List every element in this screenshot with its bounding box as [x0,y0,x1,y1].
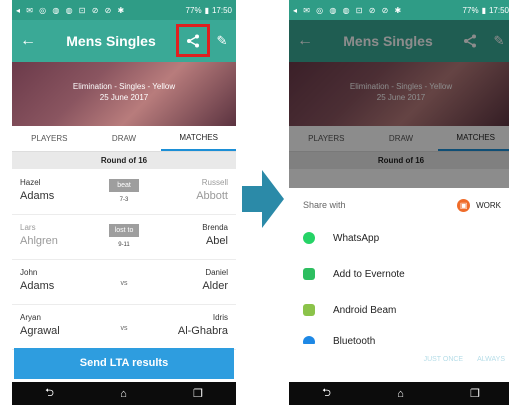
system-nav-bar: ⮌ ⌂ ❐ [12,382,236,405]
share-target-whatsapp[interactable]: WhatsApp [303,232,379,244]
phone-screen-right: ◂ ✉ ◎ ◍ ◍ ⊡ ⊘ ⊘ ✱ 77% ▮ 17:50 ← Mens Sin… [289,0,509,405]
tab-matches[interactable]: MATCHES [161,126,236,151]
android-beam-icon [303,304,315,316]
versus-label: vs [120,280,128,287]
share-target-label: Bluetooth [333,336,376,344]
status-bar: ◂ ✉ ◎ ◍ ◍ ⊡ ⊘ ⊘ ✱ 77% ▮ 17:50 [289,0,509,20]
always-button[interactable]: ALWAYS [477,356,505,363]
result-badge: beat [109,179,139,192]
event-type: Elimination - Singles - Yellow [72,82,176,91]
recents-nav-icon[interactable]: ❐ [470,387,480,400]
battery-icon: ▮ [204,5,209,15]
battery-level: 77% [185,5,202,15]
match-row[interactable]: John Adams vs Daniel Alder [12,260,236,305]
tab-draw[interactable]: DRAW [87,126,162,151]
just-once-button[interactable]: JUST ONCE [424,356,464,363]
player2-last: Al-Ghabra [177,325,228,337]
player1-first: Hazel [20,178,41,187]
transition-arrow-icon [242,170,284,228]
bluetooth-icon [303,336,315,344]
battery-icon: ▮ [481,5,486,15]
event-date: 25 June 2017 [99,93,149,102]
edit-icon[interactable]: ✎ [208,33,236,49]
match-row[interactable]: Hazel Adams beat 7-3 Russell Abbott [12,170,236,215]
evernote-icon [303,268,315,280]
page-title: Mens Singles [66,33,156,49]
system-nav-bar: ⮌ ⌂ ❐ [289,382,509,405]
battery-level: 77% [462,5,479,15]
player2-last: Abel [205,235,228,247]
result-badge: lost to [109,224,139,237]
share-target-label: Android Beam [333,304,397,316]
share-target-bluetooth[interactable]: Bluetooth [303,336,375,344]
round-header: Round of 16 [12,152,236,169]
whatsapp-icon [303,232,315,244]
versus-label: vs [120,325,128,332]
match-row[interactable]: Aryan Agrawal vs Idris Al-Ghabra [12,305,236,350]
player1-first: Lars [20,223,36,232]
tab-players[interactable]: PLAYERS [12,126,87,151]
briefcase-icon: ▣ [457,199,471,212]
status-icons: ◂ ✉ ◎ ◍ ◍ ⊡ ⊘ ⊘ ✱ [16,5,127,15]
player1-last: Agrawal [20,325,60,337]
player2-first: Russell [201,178,228,187]
player1-first: John [20,268,38,277]
status-bar: ◂ ✉ ◎ ◍ ◍ ⊡ ⊘ ⊘ ✱ 77% ▮ 17:50 [12,0,236,20]
work-label: WORK [476,201,501,210]
player1-last: Adams [20,190,55,202]
share-highlight-box [176,24,210,57]
share-sheet: Share with ▣ WORK WhatsApp Add to Everno… [289,188,509,382]
status-time: 17:50 [211,5,232,15]
event-banner: Elimination - Singles - Yellow 25 June 2… [12,62,236,126]
back-nav-icon[interactable]: ⮌ [45,384,54,403]
home-nav-icon[interactable]: ⌂ [397,388,404,400]
send-lta-results-button[interactable]: Send LTA results [14,348,234,379]
recents-nav-icon[interactable]: ❐ [193,387,203,400]
status-icons: ◂ ✉ ◎ ◍ ◍ ⊡ ⊘ ⊘ ✱ [293,5,404,15]
share-with-title: Share with [303,200,346,210]
match-score: 7-3 [119,197,129,203]
back-nav-icon[interactable]: ⮌ [322,384,331,403]
player2-first: Brenda [202,223,228,232]
home-nav-icon[interactable]: ⌂ [120,388,127,400]
back-arrow-icon[interactable]: ← [12,32,44,50]
player2-last: Abbott [196,190,228,202]
player2-last: Alder [202,280,228,292]
tab-bar: PLAYERS DRAW MATCHES [12,126,236,152]
player1-first: Aryan [20,313,41,322]
match-score: 9-11 [118,242,130,248]
share-target-android-beam[interactable]: Android Beam [303,304,396,316]
match-row[interactable]: Lars Ahlgren lost to 9-11 Brenda Abel [12,215,236,260]
player1-last: Ahlgren [20,235,58,247]
player2-first: Idris [212,313,228,322]
player2-first: Daniel [205,268,228,277]
phone-screen-left: ◂ ✉ ◎ ◍ ◍ ⊡ ⊘ ⊘ ✱ 77% ▮ 17:50 ← Mens Sin… [12,0,236,405]
player1-last: Adams [20,280,55,292]
share-target-label: Add to Evernote [333,268,405,280]
share-target-label: WhatsApp [333,232,380,244]
share-target-evernote[interactable]: Add to Evernote [303,268,405,280]
status-time: 17:50 [488,5,509,15]
sheet-actions: JUST ONCE ALWAYS [424,356,505,363]
work-profile-toggle[interactable]: ▣ WORK [457,199,501,212]
